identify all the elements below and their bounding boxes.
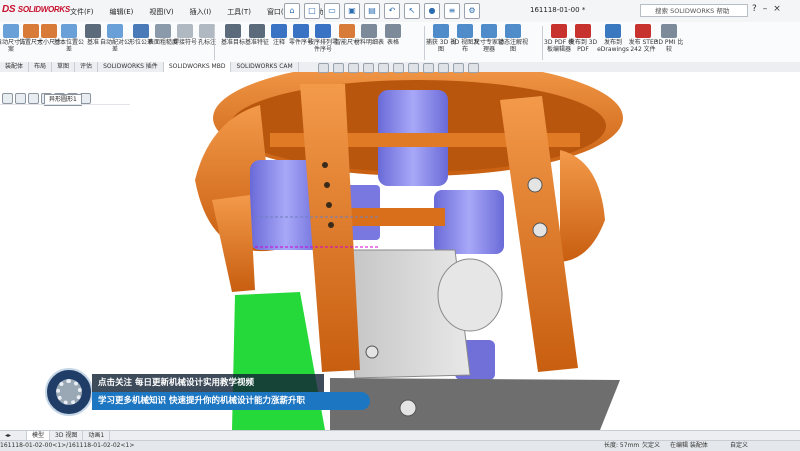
previous-view-icon[interactable] — [348, 63, 359, 73]
tolerance-icon — [61, 24, 77, 38]
open-folder-icon[interactable]: ▭ — [324, 3, 340, 19]
ribbon-dynamic-annotation[interactable]: 动态注解视图 — [496, 24, 530, 53]
base-plate[interactable] — [330, 378, 620, 430]
file-properties-icon[interactable]: ≡ — [444, 3, 460, 19]
menu-tools[interactable]: 工具(T) — [219, 0, 259, 22]
options-gear-icon[interactable]: ⚙ — [464, 3, 480, 19]
datum-target-icon — [225, 24, 241, 38]
bolt-head[interactable] — [365, 345, 379, 359]
rebuild-icon[interactable]: ● — [424, 3, 440, 19]
title-bar: DS SOLIDWORKS 文件(F) 编辑(E) 视图(V) 插入(I) 工具… — [0, 0, 800, 23]
tab-evaluate[interactable]: 评估 — [75, 62, 99, 72]
scene-icon[interactable] — [438, 63, 449, 73]
step-file-icon — [635, 24, 651, 38]
dynamic-annotation-icon — [505, 24, 521, 38]
bom-table-icon — [361, 24, 377, 38]
undo-icon[interactable]: ↶ — [384, 3, 400, 19]
solidworks-logo[interactable]: DS SOLIDWORKS — [2, 4, 70, 15]
configuration-manager-icon[interactable] — [28, 93, 39, 104]
ribbon-3d-pmi-compare[interactable]: 3D PMI 比较 — [652, 24, 686, 53]
menu-insert[interactable]: 插入(I) — [182, 0, 220, 22]
gear-icon — [56, 379, 82, 405]
frame-hole — [322, 162, 328, 168]
section-view-icon[interactable] — [363, 63, 374, 73]
print-icon[interactable]: ▤ — [364, 3, 380, 19]
capture-3d-view-icon — [433, 24, 449, 38]
hide-show-icon[interactable] — [408, 63, 419, 73]
tab-addins[interactable]: SOLIDWORKS 插件 — [98, 62, 164, 72]
tab-mbd[interactable]: SOLIDWORKS MBD — [163, 62, 232, 72]
ribbon-label: 3D PMI 比较 — [654, 39, 684, 53]
menu-edit[interactable]: 编辑(E) — [102, 0, 142, 22]
view-settings-icon[interactable] — [453, 63, 464, 73]
divider — [0, 104, 130, 105]
minimize-icon[interactable]: – — [763, 4, 768, 14]
bolt-head[interactable] — [527, 177, 543, 193]
hole-callout-icon — [199, 24, 215, 38]
monitor-icon[interactable] — [468, 63, 479, 73]
view-orientation-icon[interactable] — [378, 63, 389, 73]
side-bracket[interactable] — [212, 195, 255, 292]
ribbon-label: 动态注解视图 — [497, 39, 528, 53]
new-file-icon[interactable]: □ — [304, 3, 320, 19]
help-search-input[interactable]: 搜索 SOLIDWORKS 帮助 — [640, 4, 748, 17]
status-bar: 161118-01-02-00<1>/161118-01-02-02<1> 长度… — [0, 440, 800, 451]
window-controls: ? – × — [752, 4, 781, 14]
zoom-area-icon[interactable] — [333, 63, 344, 73]
ribbon-table[interactable]: 表格 — [376, 24, 410, 46]
ribbon-separator — [214, 26, 215, 60]
pmi-compare-icon — [661, 24, 677, 38]
pair-tolerance-icon — [107, 24, 123, 38]
select-arrow-icon[interactable]: ↖ — [404, 3, 420, 19]
bolt-head[interactable] — [532, 222, 548, 238]
ribbon-publish-edrawings[interactable]: 发布到 eDrawings — [596, 24, 630, 53]
property-manager-icon[interactable] — [15, 93, 26, 104]
frame-hole — [326, 202, 332, 208]
tab-cam[interactable]: SOLIDWORKS CAM — [231, 62, 299, 72]
ribbon-publish-3d-pdf[interactable]: 发布到 3D PDF — [566, 24, 600, 53]
document-title: 161118-01-00 * — [530, 6, 586, 14]
right-disc-edge[interactable] — [560, 150, 605, 262]
save-icon[interactable]: ▣ — [344, 3, 360, 19]
feature-tree-icon[interactable] — [2, 93, 13, 104]
publish-pdf-icon — [575, 24, 591, 38]
promo-banner-line2: 学习更多机械知识 快速提升你的机械设计能力涨薪升职 — [92, 392, 370, 410]
frame-hole — [324, 182, 330, 188]
ribbon-label: 发布到 3D PDF — [568, 39, 598, 53]
display-style-icon[interactable] — [393, 63, 404, 73]
3d-view-icon — [457, 24, 473, 38]
tab-layout[interactable]: 布局 — [29, 62, 53, 72]
ribbon-label: 发布到 eDrawings — [597, 39, 629, 53]
menu-view[interactable]: 视图(V) — [141, 0, 181, 22]
auto-balloon-icon — [315, 24, 331, 38]
menu-file[interactable]: 文件(F) — [62, 0, 102, 22]
idler-bearing[interactable] — [437, 258, 503, 332]
table-icon — [385, 24, 401, 38]
ribbon-label: 表格 — [386, 39, 399, 46]
gear-logo-icon — [45, 368, 93, 416]
quick-access-toolbar: ⌂ □ ▭ ▣ ▤ ↶ ↖ ● ≡ ⚙ — [284, 3, 480, 19]
tab-assembly[interactable]: 装配体 — [0, 62, 30, 72]
home-icon[interactable]: ⌂ — [284, 3, 300, 19]
promo-banner-line1: 点击关注 每日更新机械设计实用教学视频 — [92, 374, 324, 392]
command-manager-ribbon: 自动尺寸方案 位置尺寸 大小尺寸 基本位置公差 基准 自动配对公差 形位公差 表… — [0, 22, 800, 63]
edrawings-icon — [605, 24, 621, 38]
appearance-icon[interactable] — [423, 63, 434, 73]
zoom-fit-icon[interactable] — [318, 63, 329, 73]
pdf-template-icon — [551, 24, 567, 38]
dimxpert-icon — [481, 24, 497, 38]
heads-up-view-toolbar — [318, 63, 479, 73]
help-icon[interactable]: ? — [752, 4, 757, 14]
close-icon[interactable]: × — [773, 4, 781, 14]
frame-hole — [328, 222, 334, 228]
tab-sketch[interactable]: 草图 — [52, 62, 76, 72]
bolt-head[interactable] — [399, 399, 417, 417]
